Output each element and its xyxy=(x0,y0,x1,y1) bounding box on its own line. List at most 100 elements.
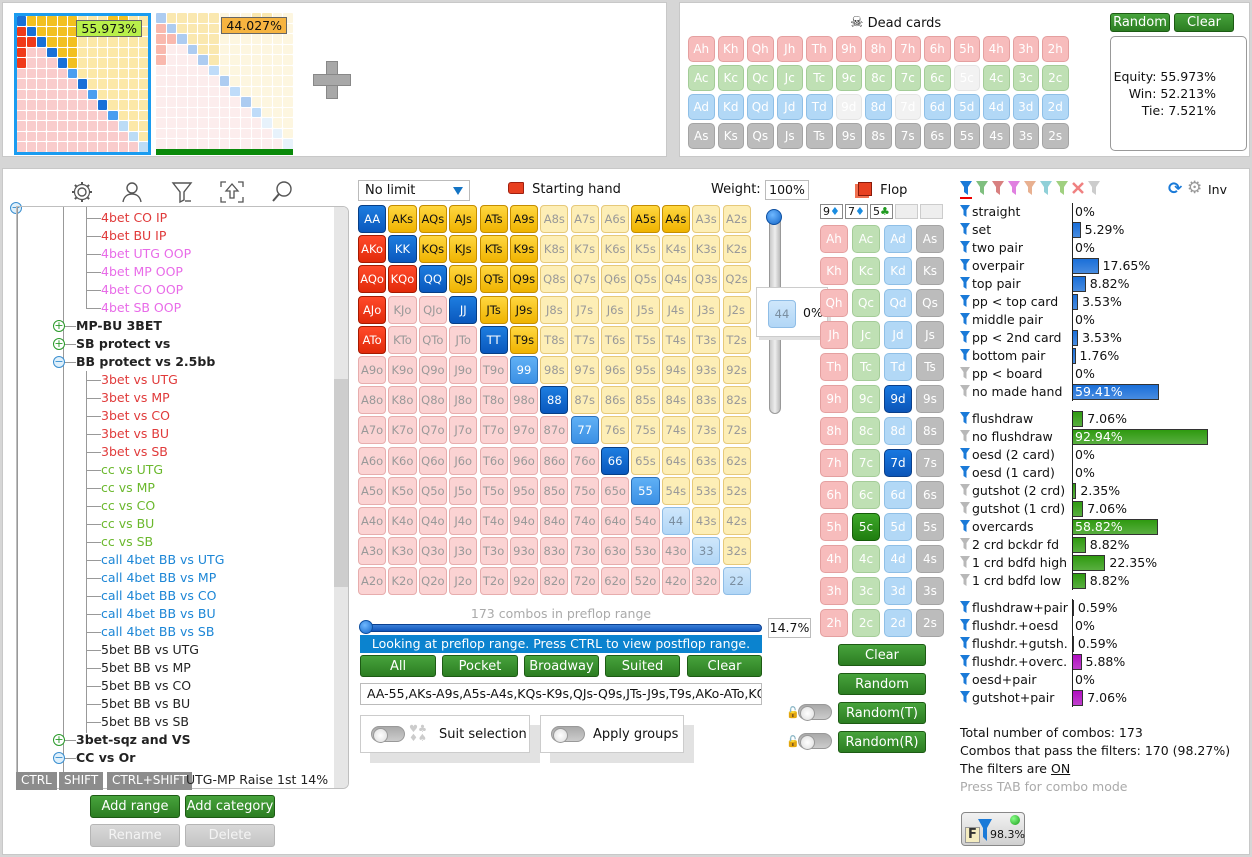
hand-cell-T8s[interactable]: T8s xyxy=(540,325,569,354)
hand-cell-98o[interactable]: 98o xyxy=(509,386,539,415)
settings-icon[interactable]: ⚙ xyxy=(1187,178,1202,198)
hand-cell-Q3s[interactable]: Q3s xyxy=(692,265,721,294)
user-icon[interactable] xyxy=(119,179,145,205)
flop-card-9d[interactable]: 9d xyxy=(884,385,912,413)
rename-button[interactable]: Rename xyxy=(90,824,180,847)
hand-cell-83o[interactable]: 83o xyxy=(540,537,569,566)
flop-card-4s[interactable]: 4s xyxy=(916,545,944,573)
hand-cell-KJs[interactable]: KJs xyxy=(449,235,478,264)
hand-cell-A4o[interactable]: A4o xyxy=(358,506,387,535)
flop-card-3s[interactable]: 3s xyxy=(916,577,944,605)
flop-card-7s[interactable]: 7s xyxy=(916,449,944,477)
tree-item[interactable]: call 4bet BB vs SB xyxy=(101,623,214,641)
filter-funnel-icon[interactable] xyxy=(960,573,970,586)
dead-card-6d[interactable]: 6d xyxy=(924,94,951,120)
dead-card-3d[interactable]: 3d xyxy=(1012,94,1039,120)
hand-cell-K2s[interactable]: K2s xyxy=(722,235,751,264)
filter-row[interactable]: oesd+pair xyxy=(960,671,1036,689)
hand-cell-72o[interactable]: 72o xyxy=(570,567,599,596)
filter-row[interactable]: oesd (2 card) xyxy=(960,446,1055,464)
tree-item-partial[interactable]: UTG-MP Raise 1st 14% xyxy=(186,771,328,789)
dead-card-2h[interactable]: 2h xyxy=(1042,36,1069,62)
hand-cell-T5o[interactable]: T5o xyxy=(479,476,508,505)
hand-cell-T9s[interactable]: T9s xyxy=(509,325,539,354)
hand-cell-85o[interactable]: 85o xyxy=(540,476,569,505)
tree-item[interactable]: 5bet BB vs MP xyxy=(101,659,191,677)
flop-card-Jd[interactable]: Jd xyxy=(884,321,912,349)
hand-cell-92s[interactable]: 92s xyxy=(722,355,751,384)
flop-card-5d[interactable]: 5d xyxy=(884,513,912,541)
hand-cell-A9o[interactable]: A9o xyxy=(358,355,387,384)
hand-cell-75s[interactable]: 75s xyxy=(631,416,660,445)
filter-row[interactable]: gutshot (2 crd) xyxy=(960,482,1065,500)
hand-cell-76o[interactable]: 76o xyxy=(570,446,599,475)
flop-card-9s[interactable]: 9s xyxy=(916,385,944,413)
limit-select[interactable]: No limit xyxy=(358,180,470,201)
filter-funnel-icon[interactable] xyxy=(960,618,970,631)
all-button[interactable]: All xyxy=(360,655,436,677)
gear-icon[interactable] xyxy=(69,179,95,205)
hand-cell-QJo[interactable]: QJo xyxy=(418,295,447,324)
tree-expand-toggle[interactable]: + xyxy=(53,338,65,350)
hand-cell-K9s[interactable]: K9s xyxy=(509,235,539,264)
hand-cell-JJ[interactable]: JJ xyxy=(449,295,478,324)
board-slot-2[interactable]: 7♦ xyxy=(845,204,868,219)
hand-cell-66[interactable]: 66 xyxy=(601,446,630,475)
filter-row[interactable]: no flushdraw xyxy=(960,428,1053,446)
filter-funnel-icon[interactable] xyxy=(960,654,970,667)
tree-scrollbar[interactable] xyxy=(334,207,348,788)
hand-cell-AQs[interactable]: AQs xyxy=(418,205,447,233)
tree-item[interactable]: call 4bet BB vs UTG xyxy=(101,551,224,569)
tree-expand-toggle[interactable]: + xyxy=(53,320,65,332)
hand-cell-63s[interactable]: 63s xyxy=(692,446,721,475)
filter-row[interactable]: 2 crd bckdr fd xyxy=(960,536,1059,554)
invert-filter-button[interactable]: Inv xyxy=(1208,182,1227,197)
tree-item[interactable]: 3bet vs UTG xyxy=(101,371,178,389)
flop-card-6s[interactable]: 6s xyxy=(916,481,944,509)
filter-row[interactable]: top pair xyxy=(960,275,1021,293)
hand-cell-54o[interactable]: 54o xyxy=(631,506,660,535)
tree-item[interactable]: cc vs UTG xyxy=(101,461,163,479)
filter-row[interactable]: straight xyxy=(960,203,1020,221)
flop-card-9h[interactable]: 9h xyxy=(820,385,848,413)
dead-card-5s[interactable]: 5s xyxy=(953,123,980,149)
range-text-input[interactable]: AA-55,AKs-A9s,A5s-A4s,KQs-K9s,QJs-Q9s,JT… xyxy=(360,683,762,705)
dead-card-Ad[interactable]: Ad xyxy=(688,94,715,120)
tree-item[interactable]: call 4bet BB vs CO xyxy=(101,587,216,605)
hand-cell-96s[interactable]: 96s xyxy=(601,355,630,384)
hand-cell-95s[interactable]: 95s xyxy=(631,355,660,384)
dead-clear-button[interactable]: Clear xyxy=(1174,13,1234,32)
dead-card-As[interactable]: As xyxy=(688,123,715,149)
filter-row[interactable]: flushdr.+gutsh. xyxy=(960,635,1068,653)
filter-funnel-icon[interactable] xyxy=(960,600,970,613)
hand-cell-73s[interactable]: 73s xyxy=(692,416,721,445)
flop-card-Ad[interactable]: Ad xyxy=(884,225,912,253)
dead-card-3s[interactable]: 3s xyxy=(1012,123,1039,149)
hand-cell-K3s[interactable]: K3s xyxy=(692,235,721,264)
hand-cell-Q3o[interactable]: Q3o xyxy=(418,537,447,566)
hand-cell-K4o[interactable]: K4o xyxy=(388,506,417,535)
filter-funnel-icon[interactable] xyxy=(960,555,970,568)
filter-group-icon[interactable] xyxy=(1088,181,1100,195)
filter-group-icon[interactable] xyxy=(976,181,988,195)
clear-filters-icon[interactable] xyxy=(1072,181,1084,195)
filter-funnel-icon[interactable] xyxy=(960,366,970,379)
filter-row[interactable]: gutshot (1 crd) xyxy=(960,500,1065,518)
hand-cell-QJs[interactable]: QJs xyxy=(449,265,478,294)
dead-card-Kd[interactable]: Kd xyxy=(717,94,744,120)
hand-cell-A6o[interactable]: A6o xyxy=(358,446,387,475)
tree-item[interactable]: 3bet vs SB xyxy=(101,443,168,461)
dead-card-2c[interactable]: 2c xyxy=(1042,65,1069,91)
flop-card-2s[interactable]: 2s xyxy=(916,609,944,637)
flop-card-Kh[interactable]: Kh xyxy=(820,257,848,285)
dead-card-8h[interactable]: 8h xyxy=(865,36,892,62)
flop-card-8h[interactable]: 8h xyxy=(820,417,848,445)
filter-funnel-icon[interactable] xyxy=(960,429,970,442)
hand-cell-J9o[interactable]: J9o xyxy=(449,355,478,384)
dead-card-Th[interactable]: Th xyxy=(806,36,833,62)
flop-card-2h[interactable]: 2h xyxy=(820,609,848,637)
hand-cell-QTo[interactable]: QTo xyxy=(418,325,447,354)
hand-cell-Q7s[interactable]: Q7s xyxy=(570,265,599,294)
tree-item[interactable]: 3bet vs BU xyxy=(101,425,169,443)
board-slot-5[interactable] xyxy=(920,204,943,219)
